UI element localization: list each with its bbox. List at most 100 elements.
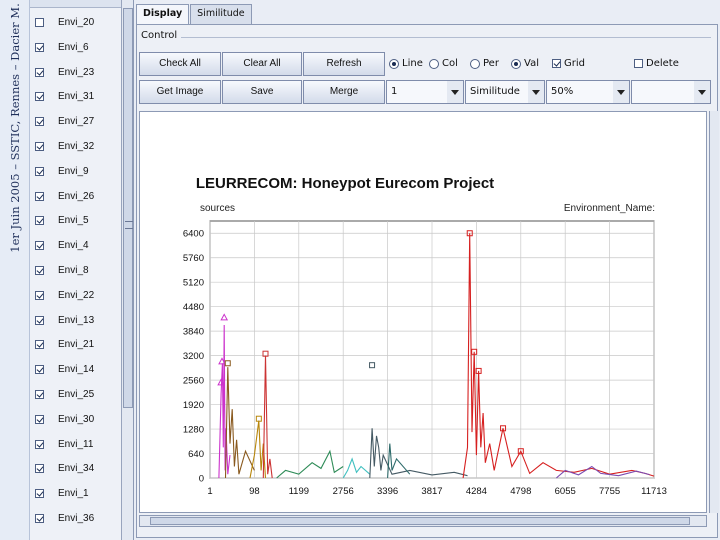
environment-checkbox[interactable]	[35, 489, 44, 499]
environment-item[interactable]: Envi_8	[30, 258, 121, 283]
environment-label: Envi_31	[58, 91, 95, 103]
y-tick-label: 5120	[183, 278, 204, 289]
tab-display[interactable]: Display	[136, 4, 190, 24]
slide-caption: 1er Juin 2005 – SSTIC, Rennes – Dacier M…	[8, 3, 22, 253]
environment-checkbox[interactable]	[35, 365, 44, 375]
zoom-select[interactable]: 50%	[546, 80, 630, 104]
chevron-down-icon[interactable]	[613, 81, 629, 103]
environment-checkbox[interactable]	[35, 464, 44, 474]
environment-checkbox[interactable]	[35, 315, 44, 325]
tab-bar: Display Similitude	[136, 4, 253, 24]
environment-checkbox[interactable]	[35, 241, 44, 251]
environment-item[interactable]: Envi_6	[30, 35, 121, 60]
x-axis-ticks: 1 98 1199 2756 3396 3817 4284 4798 6055 7755 11713	[207, 486, 667, 497]
environment-checkbox[interactable]	[35, 390, 44, 399]
grid-checkbox[interactable]: Grid	[552, 58, 585, 69]
environment-item[interactable]: Envi_25	[30, 382, 121, 407]
environment-item[interactable]: Envi_26	[30, 184, 121, 209]
x-tick-label: 1199	[289, 486, 309, 497]
mode-value: Similitude	[470, 86, 520, 97]
chevron-down-icon[interactable]	[528, 81, 544, 103]
mode-select[interactable]: Similitude	[465, 80, 545, 104]
environment-checkbox[interactable]	[35, 67, 44, 77]
chevron-down-icon[interactable]	[447, 81, 463, 103]
x-tick-label: 11713	[641, 486, 667, 497]
environment-item[interactable]: Envi_23	[30, 60, 121, 85]
extra-select[interactable]	[631, 80, 711, 104]
radio-val-label: Val	[524, 58, 539, 69]
environment-checkbox[interactable]	[35, 216, 44, 226]
environment-checkbox[interactable]	[35, 290, 44, 300]
environment-item[interactable]: Envi_1	[30, 481, 121, 506]
environment-label: Envi_30	[58, 413, 95, 425]
environment-item[interactable]: Envi_27	[30, 109, 121, 134]
environment-item[interactable]: Envi_5	[30, 208, 121, 233]
refresh-button[interactable]: Refresh	[303, 52, 385, 76]
environment-checkbox[interactable]	[35, 266, 44, 275]
environment-label: Envi_25	[58, 389, 95, 400]
radio-val[interactable]: Val	[511, 58, 539, 69]
y-tick-label: 5760	[183, 253, 204, 264]
radio-per[interactable]: Per	[470, 58, 499, 69]
merge-button[interactable]: Merge	[303, 80, 385, 104]
chart-horizontal-scroll-thumb[interactable]	[150, 517, 690, 525]
x-tick-label: 1	[207, 486, 212, 497]
environment-item[interactable]: Envi_4	[30, 233, 121, 258]
tab-similitude[interactable]: Similitude	[190, 4, 252, 24]
environment-checkbox[interactable]	[35, 439, 44, 449]
chart-vertical-scrollbar[interactable]	[709, 111, 719, 513]
x-tick-label: 3817	[421, 486, 442, 497]
environment-index-select[interactable]: 1	[386, 80, 464, 104]
environment-checkbox[interactable]	[35, 117, 44, 127]
environment-item[interactable]: Envi_13	[30, 308, 121, 333]
environment-label: Envi_23	[58, 66, 95, 78]
y-tick-label: 1920	[183, 400, 204, 411]
radio-per-indicator	[470, 58, 480, 69]
environment-checkbox[interactable]	[35, 166, 44, 176]
environment-checkbox[interactable]	[35, 142, 44, 151]
check-all-button[interactable]: Check All	[139, 52, 221, 76]
environment-item[interactable]: Envi_36	[30, 506, 121, 531]
environment-checkbox[interactable]	[35, 191, 44, 201]
environment-item[interactable]: Envi_31	[30, 84, 121, 109]
main-panel: Display Similitude Control Check All Cle…	[134, 0, 720, 540]
environment-item[interactable]: Envi_9	[30, 159, 121, 184]
environment-item[interactable]: Envi_11	[30, 432, 121, 457]
environment-checkbox[interactable]	[35, 92, 44, 102]
environment-item[interactable]: Envi_30	[30, 407, 121, 432]
save-button[interactable]: Save	[222, 80, 302, 104]
environment-list-scrollbar[interactable]	[122, 0, 134, 540]
environment-index-value: 1	[391, 86, 398, 97]
radio-line[interactable]: Line	[389, 58, 423, 69]
chart-horizontal-scrollbar[interactable]	[139, 515, 707, 527]
environment-list-scroll-thumb[interactable]	[123, 8, 133, 408]
environment-checkbox[interactable]	[35, 514, 44, 523]
environment-label: Envi_4	[58, 240, 89, 252]
get-image-button[interactable]: Get Image	[139, 80, 221, 104]
delete-checkbox[interactable]: Delete	[634, 58, 679, 69]
radio-col[interactable]: Col	[429, 58, 458, 69]
environment-item[interactable]: Envi_32	[30, 134, 121, 159]
environment-checkbox[interactable]	[35, 18, 44, 27]
radio-line-indicator	[389, 58, 399, 69]
environment-checkbox[interactable]	[35, 340, 44, 350]
environment-list-header	[30, 0, 121, 8]
slide-caption-strip: 1er Juin 2005 – SSTIC, Rennes – Dacier M…	[0, 0, 30, 540]
y-tick-label: 2560	[183, 376, 204, 387]
environment-item[interactable]: Envi_22	[30, 283, 121, 308]
y-tick-label: 3200	[183, 351, 204, 362]
clear-all-button[interactable]: Clear All	[222, 52, 302, 76]
chevron-down-icon[interactable]	[694, 81, 710, 103]
grid-checkbox-box	[552, 59, 561, 68]
environment-label: Envi_36	[58, 513, 95, 524]
environment-item[interactable]: Envi_34	[30, 456, 121, 481]
x-tick-label: 7755	[599, 486, 620, 497]
environment-item[interactable]: Envi_14	[30, 357, 121, 382]
environment-item[interactable]: Envi_21	[30, 332, 121, 357]
environment-checkbox[interactable]	[35, 414, 44, 424]
y-tick-label: 640	[188, 449, 204, 460]
environment-label: Envi_5	[58, 215, 89, 227]
environment-item[interactable]: Envi_20	[30, 10, 121, 35]
environment-checkbox[interactable]	[35, 42, 44, 52]
scroll-grip-icon	[125, 221, 133, 229]
